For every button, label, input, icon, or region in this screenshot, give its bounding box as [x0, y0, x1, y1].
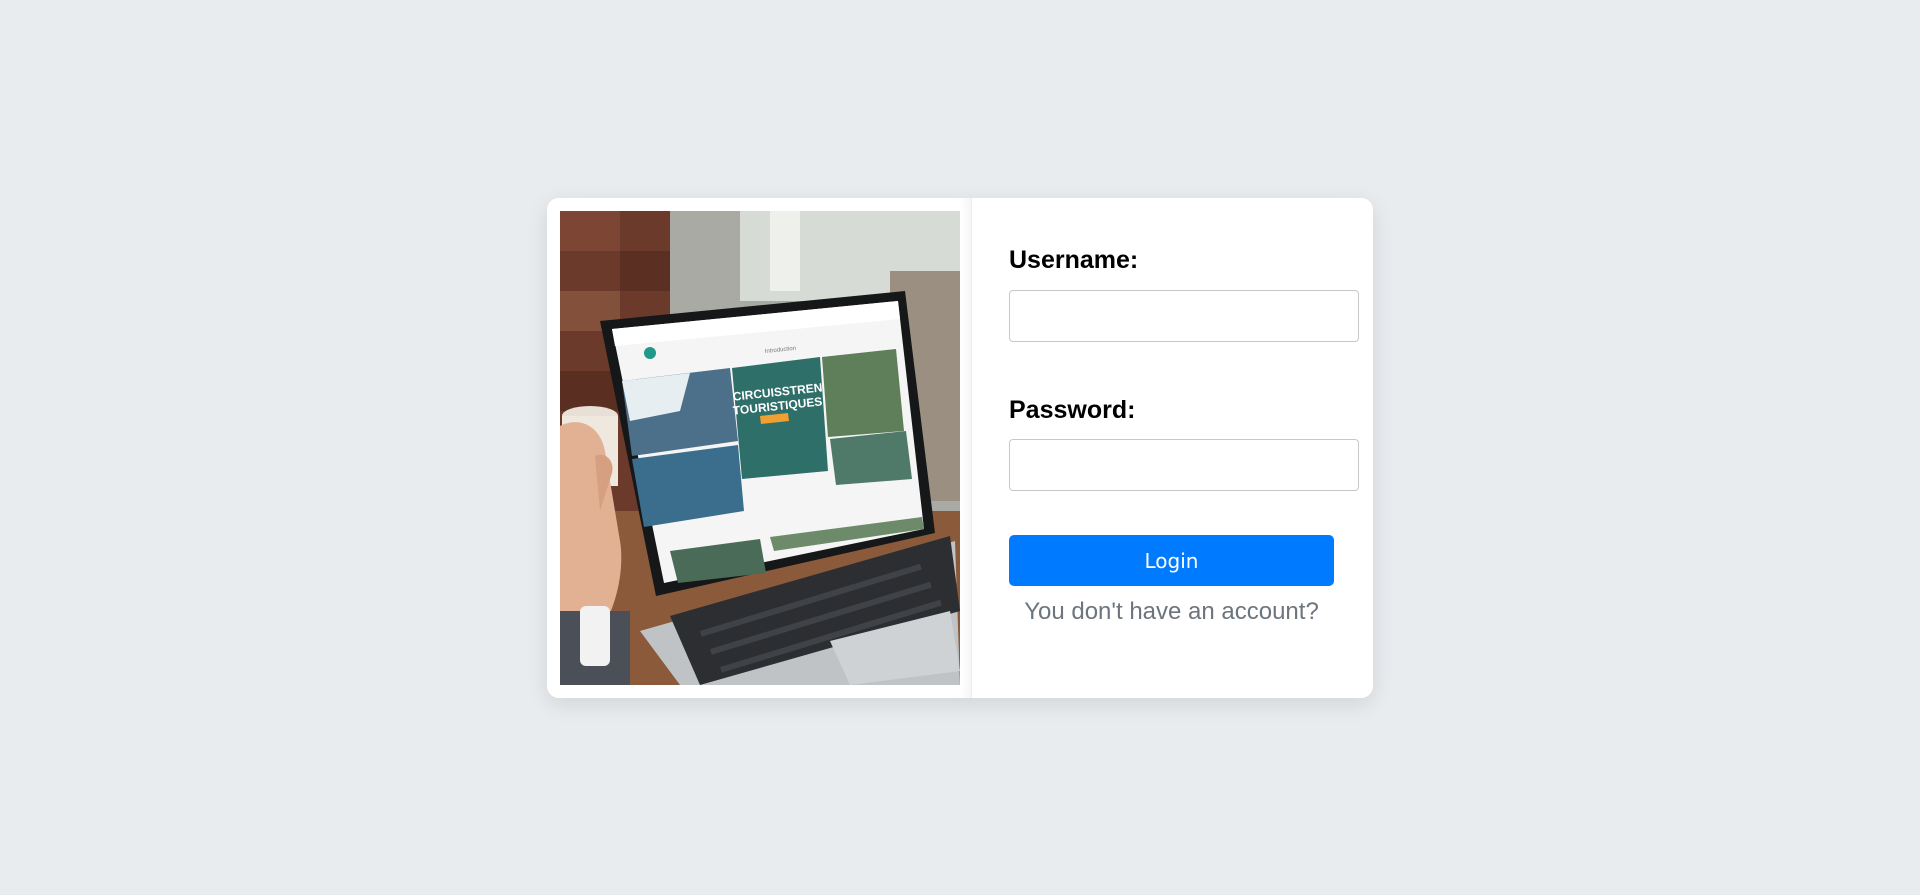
laptop-photo: CIRCUISSTREN TOURISTIQUES Introduction — [560, 211, 960, 685]
image-panel: CIRCUISSTREN TOURISTIQUES Introduction — [547, 198, 971, 698]
username-input[interactable] — [1009, 290, 1359, 342]
login-button[interactable]: Login — [1009, 535, 1334, 586]
signup-link[interactable]: You don't have an account? — [1009, 598, 1334, 626]
username-label: Username: — [1009, 246, 1139, 274]
login-card: CIRCUISSTREN TOURISTIQUES Introduction U… — [547, 198, 1373, 698]
password-input[interactable] — [1009, 439, 1359, 491]
laptop-illustration: CIRCUISSTREN TOURISTIQUES Introduction — [560, 211, 960, 685]
password-label: Password: — [1009, 396, 1136, 424]
